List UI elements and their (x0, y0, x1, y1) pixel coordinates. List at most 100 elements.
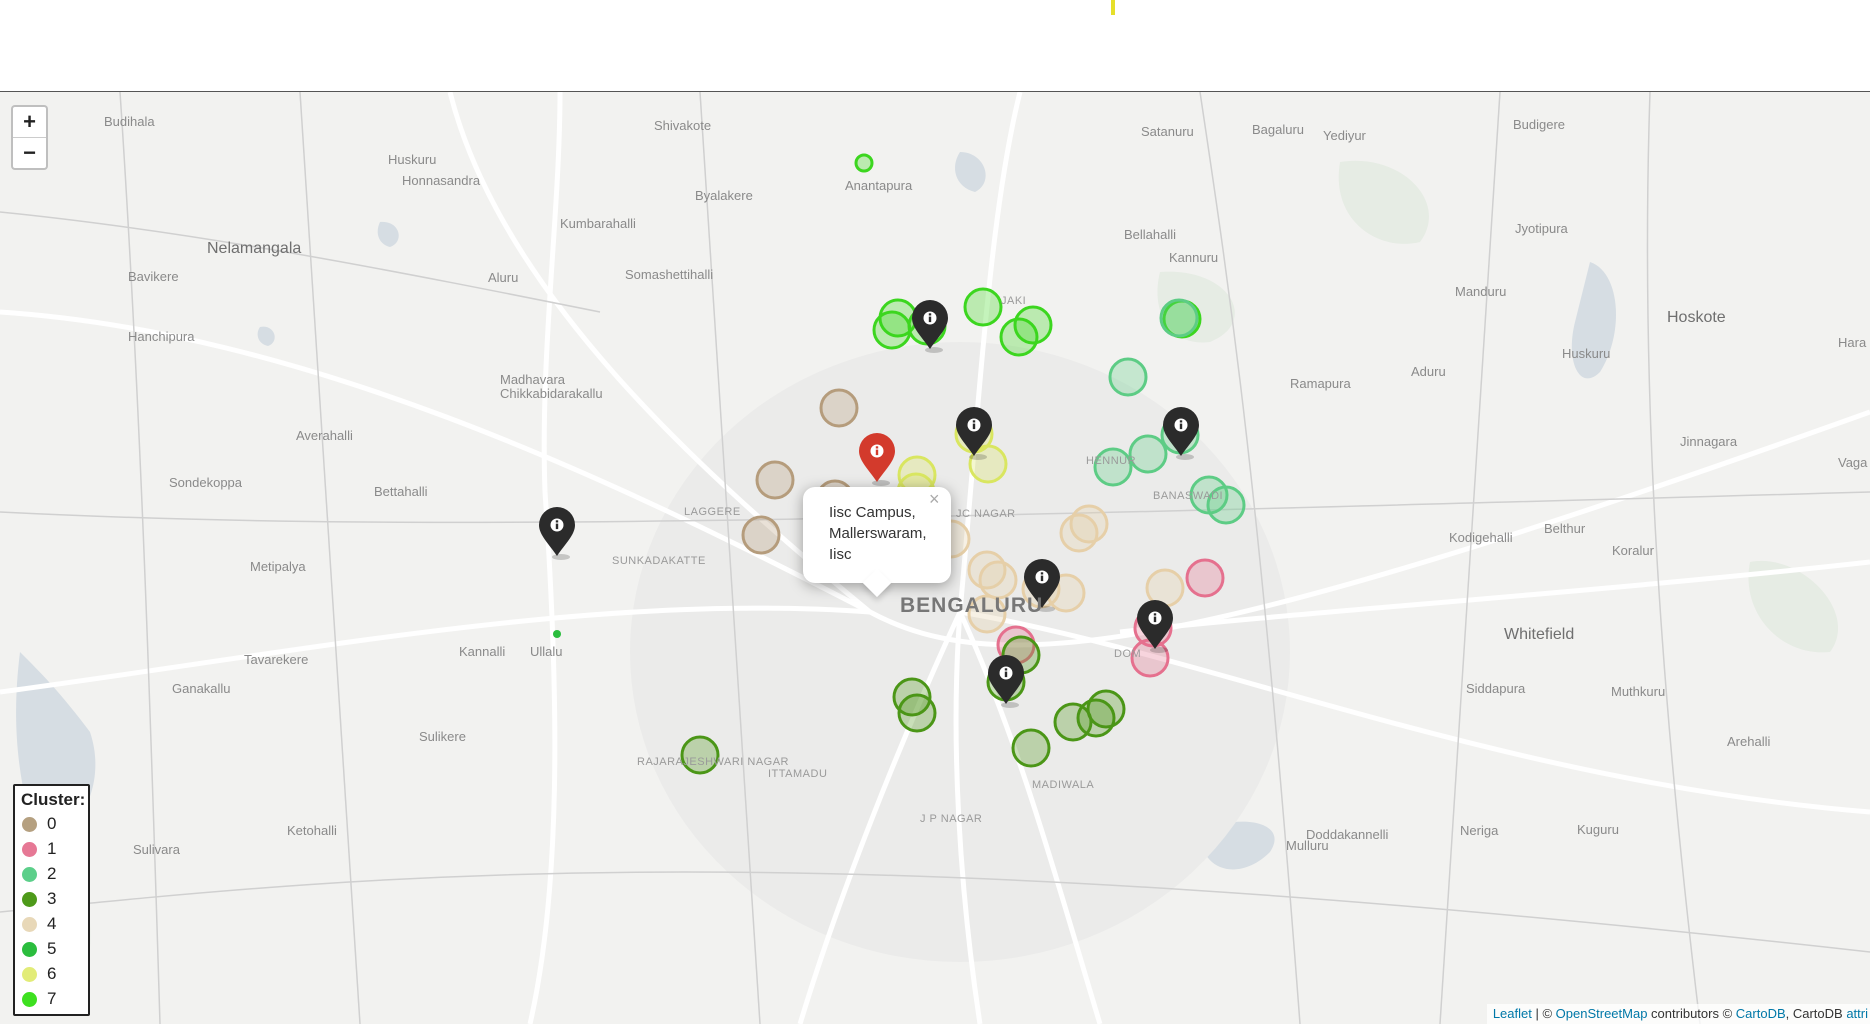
place-label: RAJARAJESHWARI NAGAR (637, 756, 790, 768)
cluster-circle-marker[interactable] (1076, 698, 1116, 738)
legend-swatch (22, 817, 37, 832)
location-marker[interactable] (539, 507, 575, 560)
place-label: Metipalya (250, 559, 306, 574)
popup-close-button[interactable]: × (929, 489, 940, 510)
place-label: Shivakote (654, 118, 712, 133)
place-label: Vaga (1838, 455, 1868, 470)
cluster-circle-marker[interactable] (1185, 558, 1225, 598)
place-label: Belthur (1544, 521, 1586, 536)
cluster-circle-marker[interactable] (1013, 305, 1053, 345)
info-icon (967, 418, 981, 432)
place-label: Kannuru (1169, 250, 1219, 265)
place-label: Bettahalli (374, 484, 428, 499)
place-label: Madhavara (500, 372, 566, 387)
place-label: SUNKADAKATTE (612, 555, 706, 567)
place-label: Kodigehalli (1449, 530, 1513, 545)
osm-link[interactable]: OpenStreetMap (1556, 1006, 1648, 1021)
place-label: Budigere (1513, 117, 1566, 132)
place-label: MADIWALA (1032, 779, 1095, 791)
info-icon (999, 666, 1013, 680)
info-icon (870, 444, 884, 458)
attribution-link[interactable]: attri (1846, 1006, 1868, 1021)
legend-swatch (22, 917, 37, 932)
place-label: Manduru (1455, 284, 1507, 299)
cluster-circle-marker[interactable] (741, 515, 781, 555)
place-label: Satanuru (1141, 124, 1194, 139)
cluster-circle-marker[interactable] (1159, 298, 1199, 338)
place-label: Jyotipura (1515, 221, 1568, 236)
zoom-out-button[interactable]: − (13, 137, 46, 168)
place-label: Arehalli (1727, 734, 1771, 749)
info-icon (550, 518, 564, 532)
legend-label: 2 (47, 864, 57, 883)
place-label: Ullalu (530, 644, 563, 659)
attribution: Leaflet | © OpenStreetMap contributors ©… (1486, 1004, 1870, 1024)
place-label: BENGALURU (900, 594, 1044, 617)
place-label: Huskuru (1562, 346, 1611, 361)
cluster-circle-marker[interactable] (854, 153, 874, 173)
place-label: Yediyur (1323, 128, 1366, 143)
top-bar (0, 0, 1870, 93)
place-label: Budihala (104, 114, 155, 129)
place-label: Aluru (488, 270, 519, 285)
legend-label: 3 (47, 889, 57, 908)
place-label: Bellahalli (1124, 227, 1177, 242)
place-label: Ganakallu (172, 681, 231, 696)
cluster-circle-marker[interactable] (872, 310, 912, 350)
place-label: Bagaluru (1252, 122, 1305, 137)
place-label: Kuguru (1577, 822, 1619, 837)
cluster-circle-marker[interactable] (819, 388, 859, 428)
place-label: Aduru (1411, 364, 1446, 379)
place-label: Somashettihalli (625, 267, 714, 282)
cluster-circle-marker[interactable] (1108, 357, 1148, 397)
place-label: Hara (1838, 335, 1867, 350)
lake (377, 221, 399, 247)
place-label: Bavikere (128, 269, 179, 284)
legend-title: Cluster: (21, 790, 86, 809)
place-label: Whitefield (1504, 626, 1575, 643)
map-view[interactable]: Budihala Shivakote Satanuru Bagaluru Yediyur… (0, 92, 1870, 1024)
info-icon (923, 311, 937, 325)
place-label: Hanchipura (128, 329, 195, 344)
place-label: Mulluru (1286, 838, 1329, 853)
cluster-circle-marker[interactable] (897, 693, 937, 733)
cartodb-link[interactable]: CartoDB (1736, 1006, 1786, 1021)
place-label: Chikkabidarakallu (500, 386, 603, 401)
place-label: Tavarekere (244, 652, 309, 667)
legend-label: 0 (47, 814, 57, 833)
place-label: Sondekoppa (169, 475, 243, 490)
place-label: Jinnagara (1680, 434, 1738, 449)
cluster-point-marker[interactable] (553, 630, 561, 638)
info-icon (1148, 611, 1162, 625)
place-label: HENNUR (1086, 455, 1137, 467)
yellow-indicator (1111, 0, 1115, 15)
place-label: Anantapura (845, 178, 913, 193)
cluster-circle-marker[interactable] (755, 460, 795, 500)
legend-label: 5 (47, 939, 57, 958)
place-label: Koralur (1612, 543, 1654, 558)
info-icon (1035, 570, 1049, 584)
place-label: J P NAGAR (920, 813, 983, 825)
place-label: JAKI (1001, 295, 1027, 307)
attribution-contributors: contributors © (1647, 1006, 1736, 1021)
place-label: DOM (1114, 648, 1142, 660)
place-label: LAGGERE (684, 506, 741, 518)
info-icon (1174, 418, 1188, 432)
cluster-circle-marker[interactable] (978, 560, 1018, 600)
cluster-circle-marker[interactable] (963, 287, 1003, 327)
lake (257, 326, 275, 346)
legend-swatch (22, 892, 37, 907)
zoom-in-button[interactable]: + (13, 107, 46, 137)
place-label: JC NAGAR (956, 508, 1016, 520)
cluster-circle-marker[interactable] (1059, 513, 1099, 553)
leaflet-link[interactable]: Leaflet (1493, 1006, 1532, 1021)
cluster-legend: Cluster: 0 1 2 3 4 5 6 7 (13, 784, 90, 1016)
place-label: Huskuru (388, 152, 437, 167)
attribution-separator: , CartoDB (1785, 1006, 1847, 1021)
legend-swatch (22, 967, 37, 982)
legend-label: 6 (47, 964, 57, 983)
cluster-circle-marker[interactable] (1011, 728, 1051, 768)
legend-swatch (22, 842, 37, 857)
place-label: Averahalli (296, 428, 353, 443)
legend-label: 7 (47, 989, 57, 1008)
